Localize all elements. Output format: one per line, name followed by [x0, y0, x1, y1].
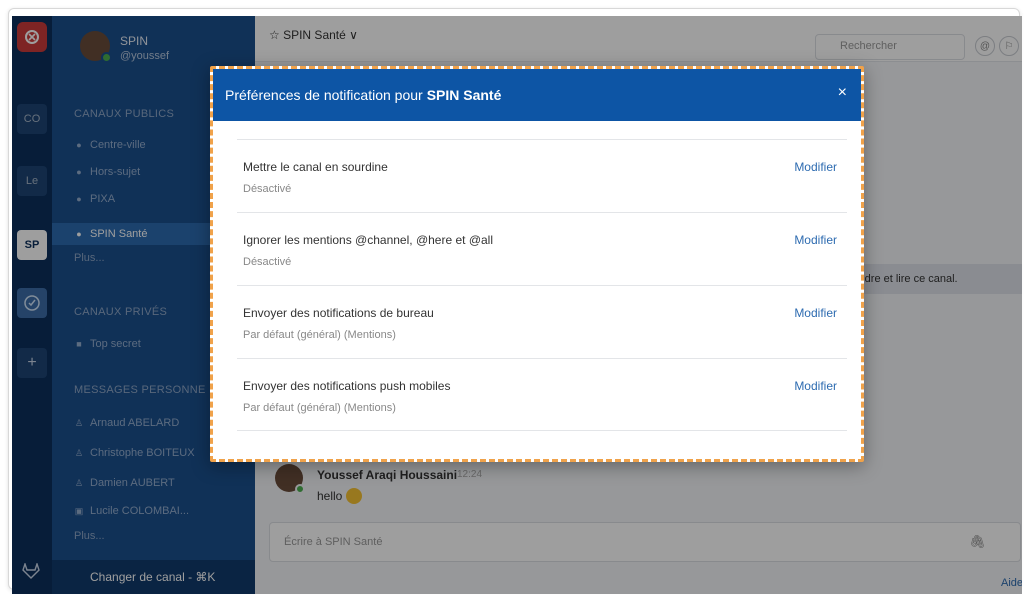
preference-value: Désactivé [243, 183, 292, 195]
modal-header: Préférences de notification pour SPIN Sa… [213, 69, 861, 121]
preference-title: Ignorer les mentions @channel, @here et … [243, 233, 494, 247]
preference-row-push: Envoyer des notifications push mobiles P… [237, 358, 847, 431]
edit-ignore-mentions-button[interactable]: Modifier [794, 233, 837, 247]
preference-value: Par défaut (général) (Mentions) [243, 329, 396, 341]
preferences-list: Mettre le canal en sourdine Désactivé Mo… [237, 139, 847, 431]
preference-title: Envoyer des notifications push mobiles [243, 379, 451, 393]
modal-title-channel: SPIN Santé [426, 87, 502, 103]
preference-row-mute: Mettre le canal en sourdine Désactivé Mo… [237, 139, 847, 212]
edit-desktop-notifications-button[interactable]: Modifier [794, 306, 837, 320]
preference-value: Désactivé [243, 256, 292, 268]
edit-mute-button[interactable]: Modifier [794, 160, 837, 174]
notification-preferences-modal: Préférences de notification pour SPIN Sa… [210, 66, 864, 462]
modal-title: Préférences de notification pour [225, 87, 423, 103]
preference-row-desktop: Envoyer des notifications de bureau Par … [237, 285, 847, 358]
preference-value: Par défaut (général) (Mentions) [243, 402, 396, 414]
preference-title: Envoyer des notifications de bureau [243, 306, 434, 320]
edit-push-notifications-button[interactable]: Modifier [794, 379, 837, 393]
app: CO Le SP + SPIN @youssef CANAUX PUBLICS … [12, 16, 1022, 594]
preference-title: Mettre le canal en sourdine [243, 160, 388, 174]
preference-row-ignore-mentions: Ignorer les mentions @channel, @here et … [237, 212, 847, 285]
close-icon[interactable]: × [838, 85, 847, 101]
